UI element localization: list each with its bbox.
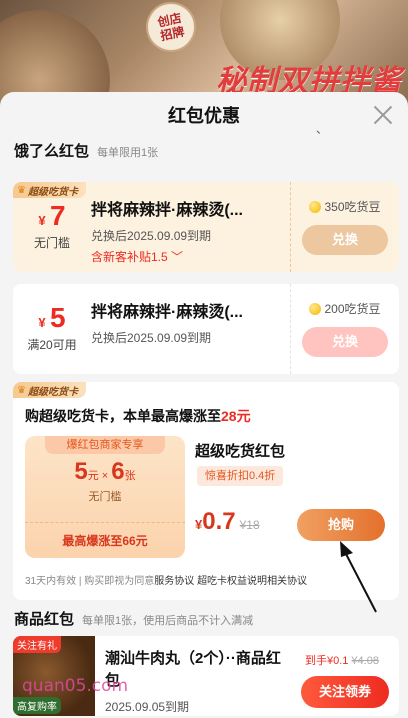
watermark: quan05.com	[22, 676, 129, 696]
annotation-arrow-icon	[340, 541, 377, 613]
